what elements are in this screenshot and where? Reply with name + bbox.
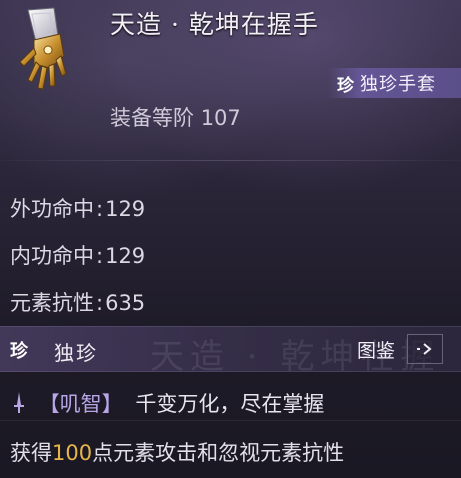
stat-label: 元素抗性 bbox=[10, 291, 94, 315]
gear-level: 装备等阶 107 bbox=[110, 102, 241, 132]
skill-slogan: 千变万化，尽在掌握 bbox=[135, 392, 325, 416]
skill-desc-suffix: 点元素攻击和忽视元素抗性 bbox=[92, 441, 345, 465]
arrow-right-icon[interactable] bbox=[407, 334, 444, 364]
skill-divider bbox=[0, 420, 461, 421]
rarity-tag: 珍 独珍手套 bbox=[327, 68, 461, 98]
skill-desc-prefix: 获得 bbox=[10, 441, 52, 465]
rarity-tag-label: 独珍手套 bbox=[360, 74, 436, 95]
stat-value: 635 bbox=[105, 291, 146, 315]
stat-row: 外功命中:129 bbox=[10, 193, 145, 223]
stat-separator: : bbox=[96, 244, 104, 268]
rarity-emblem-icon: 珍 bbox=[10, 341, 28, 362]
sword-icon bbox=[12, 391, 26, 420]
stat-row: 元素抗性:635 bbox=[10, 287, 145, 317]
header-divider bbox=[0, 160, 461, 161]
stat-value: 129 bbox=[105, 244, 146, 268]
stat-label: 外功命中 bbox=[10, 197, 94, 221]
gear-level-value: 107 bbox=[200, 106, 241, 130]
skill-desc-number: 100 bbox=[52, 441, 93, 465]
stat-label: 内功命中 bbox=[10, 244, 94, 268]
item-name: 天造 · 乾坤在握手 bbox=[110, 10, 319, 39]
rarity-label: 独珍 bbox=[54, 341, 98, 365]
rarity-emblem-icon: 珍 bbox=[337, 75, 354, 96]
stat-separator: : bbox=[96, 197, 104, 221]
stat-row: 内功命中:129 bbox=[10, 240, 145, 270]
gear-level-label: 装备等阶 bbox=[110, 106, 194, 130]
item-tooltip-panel: 天造 · 乾坤在握手 珍 独珍手套 装备等阶 107 外功命中:129 内功命中… bbox=[0, 0, 461, 478]
stat-separator: : bbox=[96, 291, 104, 315]
gauntlet-icon bbox=[8, 6, 72, 94]
skill-name: 【叽智】 bbox=[38, 392, 123, 416]
skill-title-line: 【叽智】 千变万化，尽在掌握 bbox=[12, 388, 324, 420]
stat-value: 129 bbox=[105, 197, 146, 221]
skill-description: 获得100点元素攻击和忽视元素抗性 bbox=[10, 437, 344, 467]
codex-button[interactable]: 图鉴 bbox=[339, 334, 459, 364]
rarity-section-bar: 天造 · 乾坤在握 珍 独珍 图鉴 bbox=[0, 326, 461, 377]
codex-button-label: 图鉴 bbox=[357, 339, 396, 362]
